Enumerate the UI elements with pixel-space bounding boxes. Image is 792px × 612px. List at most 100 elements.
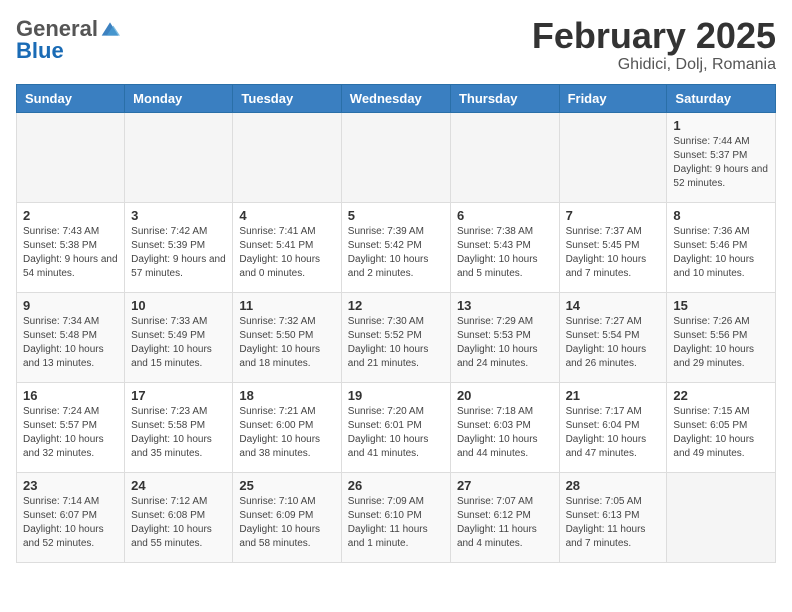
- day-number: 27: [457, 478, 553, 493]
- day-info: Sunrise: 7:12 AM Sunset: 6:08 PM Dayligh…: [131, 495, 226, 551]
- calendar-cell: 28 Sunrise: 7:05 AM Sunset: 6:13 PM Dayli…: [559, 472, 667, 562]
- calendar-cell: [125, 112, 233, 202]
- weekday-header: Sunday: [17, 84, 125, 112]
- calendar-cell: 2 Sunrise: 7:43 AM Sunset: 5:38 PM Daylig…: [17, 202, 125, 292]
- day-number: 14: [566, 298, 661, 313]
- day-number: 17: [131, 388, 226, 403]
- calendar-cell: 18 Sunrise: 7:21 AM Sunset: 6:00 PM Dayli…: [233, 382, 341, 472]
- calendar-cell: 23 Sunrise: 7:14 AM Sunset: 6:07 PM Dayli…: [17, 472, 125, 562]
- calendar-cell: 26Sunrise: 7:09 AM Sunset: 6:10 PM Dayli…: [341, 472, 450, 562]
- day-number: 16: [23, 388, 118, 403]
- day-info: Sunrise: 7:32 AM Sunset: 5:50 PM Dayligh…: [239, 315, 334, 371]
- calendar-header-row: SundayMondayTuesdayWednesdayThursdayFrid…: [17, 84, 776, 112]
- calendar-cell: [233, 112, 341, 202]
- day-number: 11: [239, 298, 334, 313]
- day-info: Sunrise: 7:14 AM Sunset: 6:07 PM Dayligh…: [23, 495, 118, 551]
- calendar-cell: [667, 472, 776, 562]
- month-title: February 2025: [532, 16, 776, 56]
- calendar-cell: 12 Sunrise: 7:30 AM Sunset: 5:52 PM Dayli…: [341, 292, 450, 382]
- day-info: Sunrise: 7:26 AM Sunset: 5:56 PM Dayligh…: [673, 315, 769, 371]
- calendar-cell: [450, 112, 559, 202]
- day-info: Sunrise: 7:27 AM Sunset: 5:54 PM Dayligh…: [566, 315, 661, 371]
- day-info: Sunrise: 7:33 AM Sunset: 5:49 PM Dayligh…: [131, 315, 226, 371]
- calendar-week-row: 16 Sunrise: 7:24 AM Sunset: 5:57 PM Dayli…: [17, 382, 776, 472]
- calendar-cell: 5 Sunrise: 7:39 AM Sunset: 5:42 PM Daylig…: [341, 202, 450, 292]
- day-info: Sunrise: 7:07 AM Sunset: 6:12 PM Dayligh…: [457, 495, 553, 551]
- calendar-cell: [559, 112, 667, 202]
- day-number: 19: [348, 388, 444, 403]
- day-number: 28: [566, 478, 661, 493]
- day-info: Sunrise: 7:34 AM Sunset: 5:48 PM Dayligh…: [23, 315, 118, 371]
- day-info: Sunrise: 7:38 AM Sunset: 5:43 PM Dayligh…: [457, 225, 553, 281]
- day-info: Sunrise: 7:18 AM Sunset: 6:03 PM Dayligh…: [457, 405, 553, 461]
- weekday-header: Saturday: [667, 84, 776, 112]
- calendar-cell: 19 Sunrise: 7:20 AM Sunset: 6:01 PM Dayli…: [341, 382, 450, 472]
- logo-icon: [100, 19, 120, 39]
- day-number: 24: [131, 478, 226, 493]
- day-number: 22: [673, 388, 769, 403]
- day-number: 18: [239, 388, 334, 403]
- day-info: Sunrise: 7:43 AM Sunset: 5:38 PM Dayligh…: [23, 225, 118, 281]
- day-number: 3: [131, 208, 226, 223]
- day-info: Sunrise: 7:17 AM Sunset: 6:04 PM Dayligh…: [566, 405, 661, 461]
- day-info: Sunrise: 7:20 AM Sunset: 6:01 PM Dayligh…: [348, 405, 444, 461]
- weekday-header: Friday: [559, 84, 667, 112]
- day-number: 7: [566, 208, 661, 223]
- day-info: Sunrise: 7:42 AM Sunset: 5:39 PM Dayligh…: [131, 225, 226, 281]
- weekday-header: Monday: [125, 84, 233, 112]
- calendar-cell: 7Sunrise: 7:37 AM Sunset: 5:45 PM Daylig…: [559, 202, 667, 292]
- day-info: Sunrise: 7:05 AM Sunset: 6:13 PM Dayligh…: [566, 495, 661, 551]
- calendar-cell: [341, 112, 450, 202]
- calendar-cell: 3 Sunrise: 7:42 AM Sunset: 5:39 PM Daylig…: [125, 202, 233, 292]
- day-info: Sunrise: 7:29 AM Sunset: 5:53 PM Dayligh…: [457, 315, 553, 371]
- day-number: 25: [239, 478, 334, 493]
- day-info: Sunrise: 7:44 AM Sunset: 5:37 PM Dayligh…: [673, 135, 769, 191]
- day-info: Sunrise: 7:24 AM Sunset: 5:57 PM Dayligh…: [23, 405, 118, 461]
- day-info: Sunrise: 7:41 AM Sunset: 5:41 PM Dayligh…: [239, 225, 334, 281]
- calendar-cell: 9Sunrise: 7:34 AM Sunset: 5:48 PM Daylig…: [17, 292, 125, 382]
- calendar-cell: 25 Sunrise: 7:10 AM Sunset: 6:09 PM Dayli…: [233, 472, 341, 562]
- logo: General Blue: [16, 16, 120, 64]
- day-info: Sunrise: 7:39 AM Sunset: 5:42 PM Dayligh…: [348, 225, 444, 281]
- calendar-cell: 14 Sunrise: 7:27 AM Sunset: 5:54 PM Dayli…: [559, 292, 667, 382]
- day-number: 5: [348, 208, 444, 223]
- day-number: 21: [566, 388, 661, 403]
- calendar-cell: [17, 112, 125, 202]
- day-number: 13: [457, 298, 553, 313]
- day-number: 12: [348, 298, 444, 313]
- page-header: General Blue February 2025 Ghidici, Dolj…: [16, 16, 776, 74]
- calendar-cell: 1 Sunrise: 7:44 AM Sunset: 5:37 PM Daylig…: [667, 112, 776, 202]
- day-info: Sunrise: 7:10 AM Sunset: 6:09 PM Dayligh…: [239, 495, 334, 551]
- calendar-cell: 13 Sunrise: 7:29 AM Sunset: 5:53 PM Dayli…: [450, 292, 559, 382]
- calendar-cell: 4Sunrise: 7:41 AM Sunset: 5:41 PM Daylig…: [233, 202, 341, 292]
- day-info: Sunrise: 7:36 AM Sunset: 5:46 PM Dayligh…: [673, 225, 769, 281]
- day-number: 1: [673, 118, 769, 133]
- day-number: 8: [673, 208, 769, 223]
- calendar-cell: 11 Sunrise: 7:32 AM Sunset: 5:50 PM Dayli…: [233, 292, 341, 382]
- calendar-cell: 10 Sunrise: 7:33 AM Sunset: 5:49 PM Dayli…: [125, 292, 233, 382]
- calendar-week-row: 9Sunrise: 7:34 AM Sunset: 5:48 PM Daylig…: [17, 292, 776, 382]
- day-number: 20: [457, 388, 553, 403]
- calendar-cell: 24 Sunrise: 7:12 AM Sunset: 6:08 PM Dayli…: [125, 472, 233, 562]
- calendar-cell: 16 Sunrise: 7:24 AM Sunset: 5:57 PM Dayli…: [17, 382, 125, 472]
- weekday-header: Tuesday: [233, 84, 341, 112]
- weekday-header: Wednesday: [341, 84, 450, 112]
- day-number: 6: [457, 208, 553, 223]
- location-subtitle: Ghidici, Dolj, Romania: [532, 56, 776, 74]
- calendar-cell: 20 Sunrise: 7:18 AM Sunset: 6:03 PM Dayli…: [450, 382, 559, 472]
- title-block: February 2025 Ghidici, Dolj, Romania: [532, 16, 776, 74]
- day-info: Sunrise: 7:30 AM Sunset: 5:52 PM Dayligh…: [348, 315, 444, 371]
- day-info: Sunrise: 7:21 AM Sunset: 6:00 PM Dayligh…: [239, 405, 334, 461]
- calendar-cell: 17 Sunrise: 7:23 AM Sunset: 5:58 PM Dayli…: [125, 382, 233, 472]
- calendar-cell: 27 Sunrise: 7:07 AM Sunset: 6:12 PM Dayli…: [450, 472, 559, 562]
- day-number: 10: [131, 298, 226, 313]
- logo-blue: Blue: [16, 38, 64, 64]
- calendar-week-row: 2 Sunrise: 7:43 AM Sunset: 5:38 PM Daylig…: [17, 202, 776, 292]
- day-number: 2: [23, 208, 118, 223]
- calendar-cell: 15Sunrise: 7:26 AM Sunset: 5:56 PM Dayli…: [667, 292, 776, 382]
- day-info: Sunrise: 7:15 AM Sunset: 6:05 PM Dayligh…: [673, 405, 769, 461]
- day-number: 23: [23, 478, 118, 493]
- day-info: Sunrise: 7:23 AM Sunset: 5:58 PM Dayligh…: [131, 405, 226, 461]
- calendar-cell: 6 Sunrise: 7:38 AM Sunset: 5:43 PM Daylig…: [450, 202, 559, 292]
- day-number: 26: [348, 478, 444, 493]
